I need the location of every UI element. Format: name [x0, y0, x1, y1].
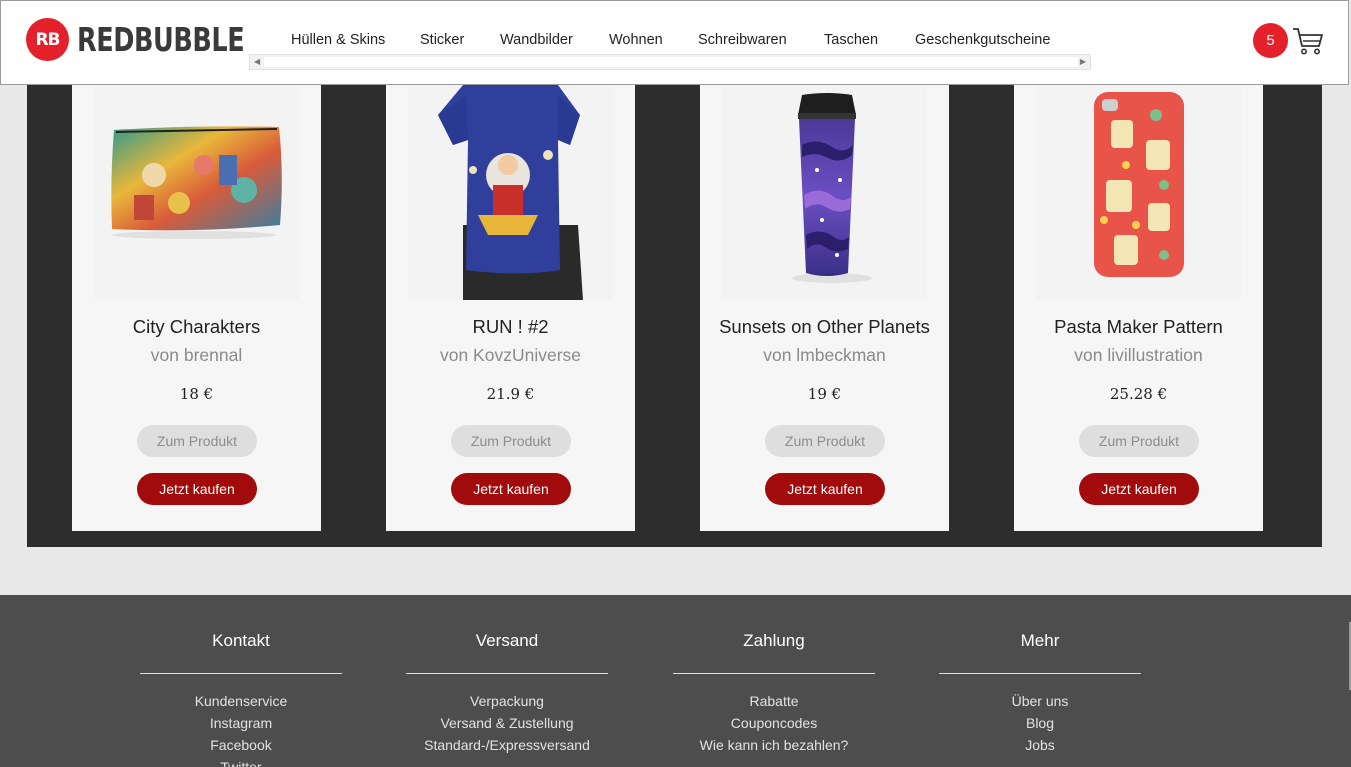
- footer-link[interactable]: Wie kann ich bezahlen?: [673, 736, 875, 758]
- footer-link[interactable]: Twitter: [140, 758, 342, 767]
- nav-scrollbar-thumb[interactable]: [264, 57, 1078, 67]
- buy-now-button[interactable]: Jetzt kaufen: [451, 473, 571, 505]
- product-title[interactable]: Pasta Maker Pattern: [1014, 316, 1263, 338]
- nav-item-huellen-skins[interactable]: Hüllen & Skins: [291, 32, 385, 48]
- footer-divider: [406, 673, 608, 674]
- view-product-button[interactable]: Zum Produkt: [137, 425, 257, 457]
- product-card: Pasta Maker Pattern von livillustration …: [1014, 85, 1263, 531]
- buy-now-button[interactable]: Jetzt kaufen: [1079, 473, 1199, 505]
- product-card: City Charakters von brennal 18 € Zum Pro…: [72, 85, 321, 531]
- footer-heading: Zahlung: [743, 631, 805, 650]
- footer-link[interactable]: Couponcodes: [673, 714, 875, 736]
- category-nav: Hüllen & Skins Sticker Wandbilder Wohnen…: [249, 28, 1091, 54]
- product-artist[interactable]: von lmbeckman: [700, 345, 949, 366]
- product-title[interactable]: RUN ! #2: [386, 316, 635, 338]
- product-price: 21.9 €: [486, 385, 535, 403]
- product-artist[interactable]: von brennal: [72, 345, 321, 366]
- footer-link[interactable]: Standard-/Expressversand: [406, 736, 608, 758]
- scroll-left-icon[interactable]: ◀: [254, 55, 260, 69]
- product-image-travel-mug[interactable]: [722, 85, 927, 300]
- nav-item-schreibwaren[interactable]: Schreibwaren: [698, 32, 787, 48]
- cart-count-badge[interactable]: 5: [1253, 23, 1288, 58]
- footer-heading: Kontakt: [212, 631, 270, 650]
- product-card: RUN ! #2 von KovzUniverse 21.9 € Zum Pro…: [386, 85, 635, 531]
- view-product-button[interactable]: Zum Produkt: [765, 425, 885, 457]
- nav-item-wandbilder[interactable]: Wandbilder: [500, 32, 573, 48]
- footer-heading: Versand: [475, 631, 539, 650]
- site-header: RB REDBUBBLE Hüllen & Skins Sticker Wand…: [0, 0, 1349, 85]
- footer-link[interactable]: Jobs: [939, 736, 1141, 758]
- view-product-button[interactable]: Zum Produkt: [1079, 425, 1199, 457]
- footer-link[interactable]: Blog: [939, 714, 1141, 736]
- redbubble-logo[interactable]: RB REDBUBBLE: [26, 18, 271, 61]
- footer-link[interactable]: Instagram: [140, 714, 342, 736]
- product-image-pouch[interactable]: [94, 85, 299, 300]
- scroll-right-icon[interactable]: ▶: [1080, 55, 1086, 69]
- product-card: Sunsets on Other Planets von lmbeckman 1…: [700, 85, 949, 531]
- product-artist[interactable]: von livillustration: [1014, 345, 1263, 366]
- nav-scrollbar[interactable]: ◀ ▶: [249, 54, 1091, 70]
- product-image-tshirt[interactable]: [408, 85, 613, 300]
- nav-item-sticker[interactable]: Sticker: [420, 32, 464, 48]
- footer-link[interactable]: Verpackung: [406, 692, 608, 714]
- footer-link[interactable]: Über uns: [939, 692, 1141, 714]
- product-title[interactable]: City Charakters: [72, 316, 321, 338]
- product-title[interactable]: Sunsets on Other Planets: [700, 316, 949, 338]
- footer-link[interactable]: Facebook: [140, 736, 342, 758]
- footer-link[interactable]: Rabatte: [673, 692, 875, 714]
- nav-item-taschen[interactable]: Taschen: [824, 32, 878, 48]
- site-footer: Kontakt Kundenservice Instagram Facebook…: [0, 595, 1351, 767]
- footer-heading: Mehr: [1020, 631, 1060, 650]
- footer-divider: [673, 673, 875, 674]
- product-image-phone-case[interactable]: [1036, 85, 1241, 300]
- footer-link[interactable]: Versand & Zustellung: [406, 714, 608, 736]
- view-product-button[interactable]: Zum Produkt: [451, 425, 571, 457]
- product-price: 25.28 €: [1109, 385, 1168, 403]
- nav-item-wohnen[interactable]: Wohnen: [609, 32, 663, 48]
- buy-now-button[interactable]: Jetzt kaufen: [765, 473, 885, 505]
- product-artist[interactable]: von KovzUniverse: [386, 345, 635, 366]
- logo-mark-icon: RB: [26, 18, 69, 61]
- footer-divider: [939, 673, 1141, 674]
- cart-icon[interactable]: [1292, 25, 1324, 57]
- footer-link[interactable]: Kundenservice: [140, 692, 342, 714]
- logo-wordmark: REDBUBBLE: [77, 20, 245, 59]
- product-price: 19 €: [807, 385, 842, 403]
- buy-now-button[interactable]: Jetzt kaufen: [137, 473, 257, 505]
- product-price: 18 €: [179, 385, 214, 403]
- footer-divider: [140, 673, 342, 674]
- nav-item-geschenkgutscheine[interactable]: Geschenkgutscheine: [915, 32, 1050, 48]
